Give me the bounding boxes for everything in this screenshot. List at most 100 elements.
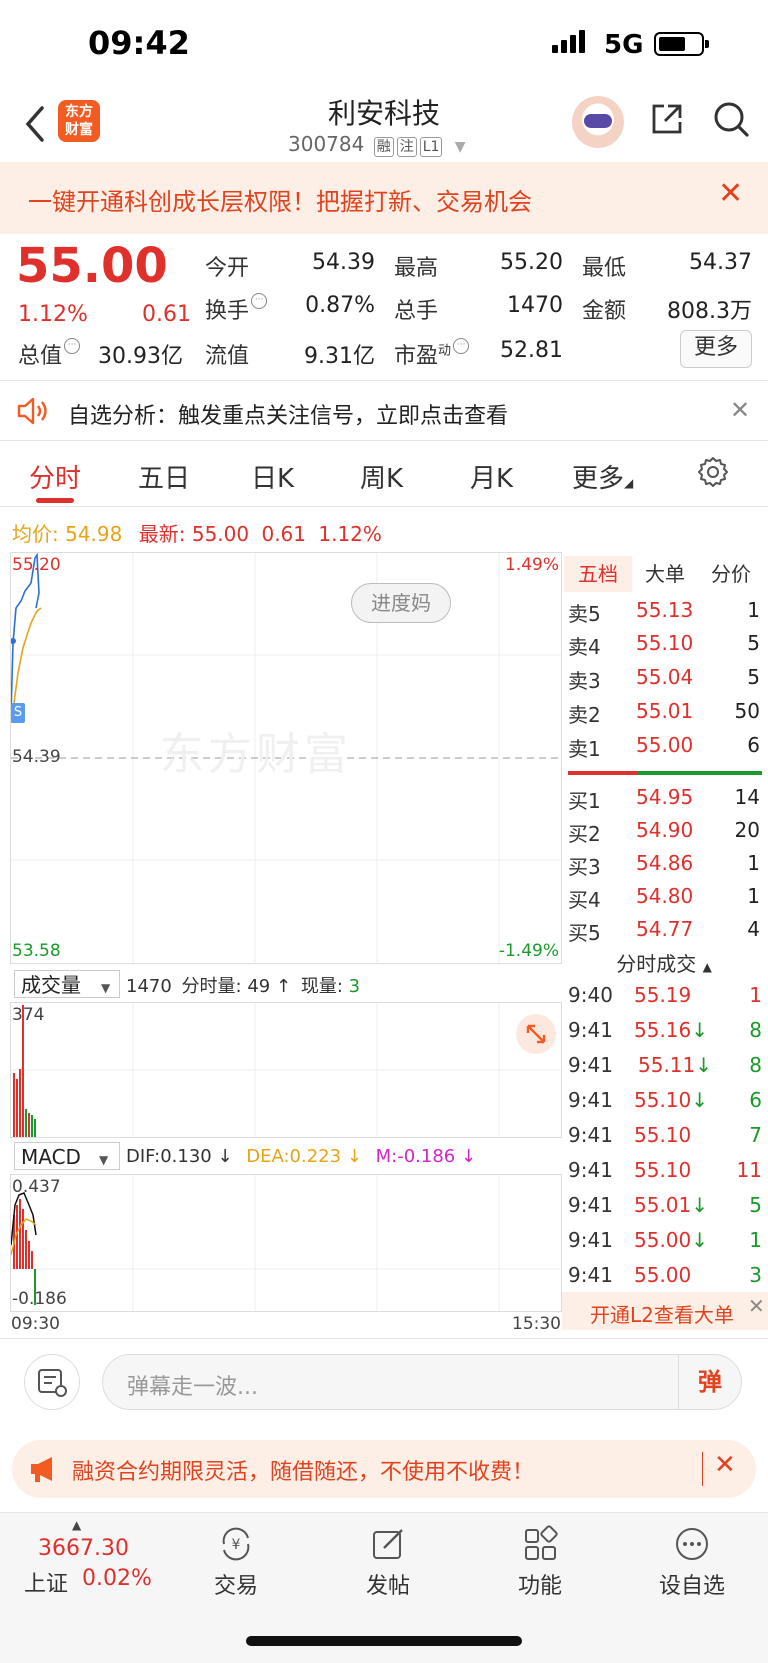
trade-icon: ¥ xyxy=(222,1527,250,1561)
latest-change: 0.61 xyxy=(261,522,306,546)
dropdown-caret-icon: ▼ xyxy=(98,1153,109,1167)
l2-upsell-bar[interactable]: 开通L2查看大单 ✕ xyxy=(562,1292,768,1330)
l2-close-icon[interactable]: ✕ xyxy=(748,1294,765,1318)
megaphone-icon xyxy=(31,1457,52,1482)
tab-daily-k[interactable]: 日K xyxy=(251,458,294,495)
volume-label: 总手 xyxy=(394,299,439,324)
order-book-tabs: 五档 大单 分价 xyxy=(564,556,764,592)
amount-value: 808.3万 xyxy=(667,299,752,324)
analysis-text[interactable]: 自选分析：触发重点关注信号，立即点击查看 xyxy=(68,398,508,430)
sell-level-2: 卖2 55.01 50 xyxy=(568,699,760,727)
nav-trade[interactable]: ¥ 交易 xyxy=(186,1524,286,1600)
macd-info: DIF:0.130 ↓ DEA:0.223 ↓ M:-0.186 ↓ xyxy=(126,1146,477,1167)
tab-intraday[interactable]: 分时 xyxy=(29,458,81,495)
chart-pct-bottom: -1.49% xyxy=(498,941,559,961)
sell-level-3: 卖3 55.04 5 xyxy=(568,665,760,693)
svg-text:¥: ¥ xyxy=(232,1537,241,1553)
divider xyxy=(0,440,768,441)
promo-text: 融资合约期限灵活，随借随还，不使用不收费！ xyxy=(72,1460,535,1485)
status-time: 09:42 xyxy=(88,24,190,62)
index-value[interactable]: 3667.30 xyxy=(38,1536,129,1561)
tick-row: 9:41 55.10 11 xyxy=(568,1158,762,1182)
danmu-input[interactable]: 弹幕走一波... 弹 xyxy=(102,1354,742,1410)
comment-list-icon[interactable] xyxy=(24,1354,80,1410)
nav-functions[interactable]: 功能 xyxy=(490,1524,590,1600)
promo-banner[interactable]: 一键开通科创成长层权限！把握打新、交易机会 ✕ xyxy=(0,162,768,234)
info-icon[interactable]: ··· xyxy=(453,338,470,354)
tab-more[interactable]: 更多◢ xyxy=(572,458,633,495)
nav-post-label: 发帖 xyxy=(365,1574,410,1599)
macd-bottom-label: -0.186 xyxy=(12,1289,67,1309)
settings-gear-icon[interactable] xyxy=(697,456,729,488)
sell-marker[interactable]: S xyxy=(11,703,25,723)
chart-y-mid: 54.39 xyxy=(12,747,61,767)
floating-chart-button[interactable]: 进度妈 xyxy=(351,583,451,623)
nav-add-watchlist[interactable]: 设自选 xyxy=(642,1524,742,1600)
home-indicator[interactable] xyxy=(246,1636,522,1646)
share-icon[interactable] xyxy=(650,102,684,136)
open-label: 今开 xyxy=(205,256,250,281)
nav-trade-label: 交易 xyxy=(213,1574,258,1599)
tab-price-distribution[interactable]: 分价 xyxy=(698,556,764,592)
volume-chart[interactable]: 374 xyxy=(10,1002,562,1138)
index-name[interactable]: 上证 xyxy=(24,1566,68,1598)
time-axis-end: 15:30 xyxy=(512,1314,561,1334)
tab-active-indicator xyxy=(36,498,74,503)
signal-icon xyxy=(552,30,588,53)
danmu-send-button[interactable]: 弹 xyxy=(678,1355,741,1409)
app-logo[interactable]: 东方 财富 xyxy=(58,100,100,142)
tick-row: 9:41 55.00 3 xyxy=(568,1263,762,1287)
volume-bars xyxy=(11,1003,561,1137)
macd-lines xyxy=(11,1175,561,1311)
more-button[interactable]: 更多 xyxy=(680,330,752,368)
tick-row: 9:41 55.16↓ 8 xyxy=(568,1018,762,1042)
buy-level-4: 买4 54.80 1 xyxy=(568,884,760,912)
caret-up-icon: ▲ xyxy=(72,1518,82,1532)
divider xyxy=(0,1338,768,1339)
stock-code-row[interactable]: 300784 融注 L1 ▼ xyxy=(288,132,466,157)
fullscreen-expand-icon[interactable] xyxy=(516,1014,556,1054)
analysis-close-icon[interactable]: ✕ xyxy=(730,396,750,424)
info-icon[interactable]: ··· xyxy=(64,338,81,354)
chart-y-bottom: 53.58 xyxy=(12,941,61,961)
danmu-placeholder: 弹幕走一波... xyxy=(127,1375,258,1400)
promo-close-icon[interactable]: ✕ xyxy=(714,1450,736,1480)
float-cap-label: 流值 xyxy=(205,344,250,369)
macd-indicator-select[interactable]: MACD ▼ xyxy=(14,1142,120,1170)
network-type: 5G xyxy=(604,30,644,60)
dropdown-caret-icon: ▼ xyxy=(101,981,111,995)
macd-chart[interactable]: 0.437 -0.186 xyxy=(10,1174,562,1312)
index-change-pct[interactable]: 0.02% xyxy=(82,1566,152,1591)
tab-five-day[interactable]: 五日 xyxy=(138,458,190,495)
chart-pct-top: 1.49% xyxy=(504,555,559,575)
tab-weekly-k[interactable]: 周K xyxy=(360,458,403,495)
nav-add-watchlist-label: 设自选 xyxy=(658,1574,725,1599)
speaker-icon xyxy=(17,397,47,425)
low-label: 最低 xyxy=(582,256,627,281)
change-percent: 1.12% xyxy=(18,302,88,327)
margin-tag: 融 xyxy=(373,137,394,157)
registration-tag: 注 xyxy=(396,137,417,157)
buy-sell-ratio-bar xyxy=(568,771,762,775)
sell-level-4: 卖4 55.10 5 xyxy=(568,631,760,659)
status-bar: 09:42 5G xyxy=(0,0,768,90)
buy-level-2: 买2 54.90 20 xyxy=(568,818,760,846)
more-circle-icon xyxy=(676,1528,708,1560)
tab-five-levels[interactable]: 五档 xyxy=(564,556,632,592)
back-icon[interactable] xyxy=(22,104,48,154)
stock-code: 300784 xyxy=(288,132,365,156)
banner-close-icon[interactable]: ✕ xyxy=(718,176,743,211)
assistant-robot-icon[interactable] xyxy=(572,96,624,148)
watermark: 东方财富 xyxy=(160,729,352,780)
info-icon[interactable]: ··· xyxy=(251,293,268,309)
volume-indicator-select[interactable]: 成交量 ▼ xyxy=(14,970,120,998)
level-tag: L1 xyxy=(419,137,443,157)
margin-promo-bar[interactable]: 融资合约期限灵活，随借随还，不使用不收费！ ✕ xyxy=(12,1440,756,1498)
tab-monthly-k[interactable]: 月K xyxy=(470,458,513,495)
nav-post[interactable]: 发帖 xyxy=(338,1524,438,1600)
volume-max-label: 374 xyxy=(12,1005,45,1025)
search-icon[interactable] xyxy=(712,100,750,138)
tick-trades-header[interactable]: 分时成交 ▲ xyxy=(564,948,764,978)
tick-row: 9:41 55.00↓ 1 xyxy=(568,1228,762,1252)
tab-big-orders[interactable]: 大单 xyxy=(632,556,698,592)
